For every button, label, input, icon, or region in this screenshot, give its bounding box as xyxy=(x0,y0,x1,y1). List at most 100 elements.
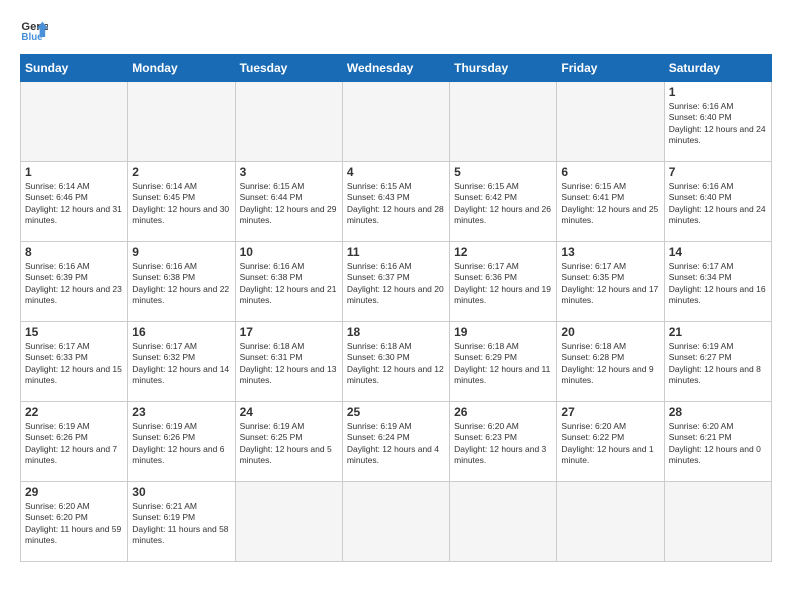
day-cell: 24 Sunrise: 6:19 AMSunset: 6:25 PMDayligh… xyxy=(235,402,342,482)
day-number: 1 xyxy=(669,85,767,99)
page-header: General Blue xyxy=(20,16,772,44)
column-header-thursday: Thursday xyxy=(450,55,557,82)
day-cell xyxy=(450,82,557,162)
day-cell: 7Sunrise: 6:16 AMSunset: 6:40 PMDaylight… xyxy=(664,162,771,242)
day-cell xyxy=(128,82,235,162)
day-number: 2 xyxy=(132,165,230,179)
day-info: Sunrise: 6:15 AMSunset: 6:44 PMDaylight:… xyxy=(240,181,338,227)
calendar-table: SundayMondayTuesdayWednesdayThursdayFrid… xyxy=(20,54,772,562)
day-info: Sunrise: 6:20 AMSunset: 6:23 PMDaylight:… xyxy=(454,421,552,467)
day-info: Sunrise: 6:18 AMSunset: 6:29 PMDaylight:… xyxy=(454,341,552,387)
day-info: Sunrise: 6:17 AMSunset: 6:34 PMDaylight:… xyxy=(669,261,767,307)
day-number: 12 xyxy=(454,245,552,259)
day-number: 30 xyxy=(132,485,230,499)
day-number: 9 xyxy=(132,245,230,259)
day-cell xyxy=(450,482,557,562)
day-cell: 21 Sunrise: 6:19 AMSunset: 6:27 PMDayligh… xyxy=(664,322,771,402)
day-info: Sunrise: 6:15 AMSunset: 6:43 PMDaylight:… xyxy=(347,181,445,227)
day-info: Sunrise: 6:16 AMSunset: 6:40 PMDaylight:… xyxy=(669,101,767,147)
week-row-0: 1 Sunrise: 6:16 AMSunset: 6:40 PMDaylight… xyxy=(21,82,772,162)
day-number: 25 xyxy=(347,405,445,419)
day-number: 26 xyxy=(454,405,552,419)
day-info: Sunrise: 6:17 AMSunset: 6:32 PMDaylight:… xyxy=(132,341,230,387)
logo: General Blue xyxy=(20,16,48,44)
day-number: 6 xyxy=(561,165,659,179)
day-cell: 30 Sunrise: 6:21 AMSunset: 6:19 PMDayligh… xyxy=(128,482,235,562)
day-info: Sunrise: 6:17 AMSunset: 6:36 PMDaylight:… xyxy=(454,261,552,307)
day-number: 11 xyxy=(347,245,445,259)
day-number: 15 xyxy=(25,325,123,339)
day-number: 20 xyxy=(561,325,659,339)
day-info: Sunrise: 6:16 AMSunset: 6:38 PMDaylight:… xyxy=(132,261,230,307)
day-cell xyxy=(21,82,128,162)
day-info: Sunrise: 6:19 AMSunset: 6:26 PMDaylight:… xyxy=(132,421,230,467)
day-info: Sunrise: 6:14 AMSunset: 6:45 PMDaylight:… xyxy=(132,181,230,227)
day-cell: 27Sunrise: 6:20 AMSunset: 6:22 PMDayligh… xyxy=(557,402,664,482)
week-row-5: 29 Sunrise: 6:20 AMSunset: 6:20 PMDayligh… xyxy=(21,482,772,562)
day-number: 22 xyxy=(25,405,123,419)
day-number: 13 xyxy=(561,245,659,259)
day-cell: 17 Sunrise: 6:18 AMSunset: 6:31 PMDayligh… xyxy=(235,322,342,402)
column-header-sunday: Sunday xyxy=(21,55,128,82)
week-row-3: 15 Sunrise: 6:17 AMSunset: 6:33 PMDayligh… xyxy=(21,322,772,402)
week-row-2: 8 Sunrise: 6:16 AMSunset: 6:39 PMDaylight… xyxy=(21,242,772,322)
day-info: Sunrise: 6:17 AMSunset: 6:35 PMDaylight:… xyxy=(561,261,659,307)
day-info: Sunrise: 6:20 AMSunset: 6:20 PMDaylight:… xyxy=(25,501,123,547)
column-header-friday: Friday xyxy=(557,55,664,82)
day-number: 7 xyxy=(669,165,767,179)
day-number: 29 xyxy=(25,485,123,499)
day-cell xyxy=(342,482,449,562)
day-cell xyxy=(235,482,342,562)
column-header-tuesday: Tuesday xyxy=(235,55,342,82)
day-info: Sunrise: 6:19 AMSunset: 6:27 PMDaylight:… xyxy=(669,341,767,387)
week-row-4: 22 Sunrise: 6:19 AMSunset: 6:26 PMDayligh… xyxy=(21,402,772,482)
day-info: Sunrise: 6:18 AMSunset: 6:28 PMDaylight:… xyxy=(561,341,659,387)
day-cell xyxy=(342,82,449,162)
day-info: Sunrise: 6:15 AMSunset: 6:42 PMDaylight:… xyxy=(454,181,552,227)
day-cell xyxy=(664,482,771,562)
day-number: 17 xyxy=(240,325,338,339)
day-cell: 29 Sunrise: 6:20 AMSunset: 6:20 PMDayligh… xyxy=(21,482,128,562)
day-cell: 4 Sunrise: 6:15 AMSunset: 6:43 PMDaylight… xyxy=(342,162,449,242)
column-header-wednesday: Wednesday xyxy=(342,55,449,82)
day-info: Sunrise: 6:16 AMSunset: 6:37 PMDaylight:… xyxy=(347,261,445,307)
day-number: 8 xyxy=(25,245,123,259)
day-cell: 5 Sunrise: 6:15 AMSunset: 6:42 PMDaylight… xyxy=(450,162,557,242)
day-cell xyxy=(557,482,664,562)
day-info: Sunrise: 6:16 AMSunset: 6:38 PMDaylight:… xyxy=(240,261,338,307)
day-cell: 2 Sunrise: 6:14 AMSunset: 6:45 PMDaylight… xyxy=(128,162,235,242)
day-number: 1 xyxy=(25,165,123,179)
day-info: Sunrise: 6:16 AMSunset: 6:39 PMDaylight:… xyxy=(25,261,123,307)
day-number: 10 xyxy=(240,245,338,259)
day-cell: 23Sunrise: 6:19 AMSunset: 6:26 PMDayligh… xyxy=(128,402,235,482)
day-info: Sunrise: 6:21 AMSunset: 6:19 PMDaylight:… xyxy=(132,501,230,547)
day-number: 21 xyxy=(669,325,767,339)
column-header-saturday: Saturday xyxy=(664,55,771,82)
day-info: Sunrise: 6:18 AMSunset: 6:31 PMDaylight:… xyxy=(240,341,338,387)
day-info: Sunrise: 6:18 AMSunset: 6:30 PMDaylight:… xyxy=(347,341,445,387)
day-number: 14 xyxy=(669,245,767,259)
day-cell: 13 Sunrise: 6:17 AMSunset: 6:35 PMDayligh… xyxy=(557,242,664,322)
day-info: Sunrise: 6:19 AMSunset: 6:25 PMDaylight:… xyxy=(240,421,338,467)
day-cell: 15 Sunrise: 6:17 AMSunset: 6:33 PMDayligh… xyxy=(21,322,128,402)
day-info: Sunrise: 6:20 AMSunset: 6:22 PMDaylight:… xyxy=(561,421,659,467)
day-number: 5 xyxy=(454,165,552,179)
day-cell: 11 Sunrise: 6:16 AMSunset: 6:37 PMDayligh… xyxy=(342,242,449,322)
day-cell: 8 Sunrise: 6:16 AMSunset: 6:39 PMDaylight… xyxy=(21,242,128,322)
week-row-1: 1Sunrise: 6:14 AMSunset: 6:46 PMDaylight… xyxy=(21,162,772,242)
day-info: Sunrise: 6:17 AMSunset: 6:33 PMDaylight:… xyxy=(25,341,123,387)
day-number: 28 xyxy=(669,405,767,419)
day-cell xyxy=(557,82,664,162)
day-info: Sunrise: 6:19 AMSunset: 6:24 PMDaylight:… xyxy=(347,421,445,467)
day-cell: 6 Sunrise: 6:15 AMSunset: 6:41 PMDaylight… xyxy=(557,162,664,242)
day-cell: 14 Sunrise: 6:17 AMSunset: 6:34 PMDayligh… xyxy=(664,242,771,322)
day-number: 16 xyxy=(132,325,230,339)
day-cell: 18Sunrise: 6:18 AMSunset: 6:30 PMDayligh… xyxy=(342,322,449,402)
day-cell: 3Sunrise: 6:15 AMSunset: 6:44 PMDaylight… xyxy=(235,162,342,242)
day-cell: 1 Sunrise: 6:16 AMSunset: 6:40 PMDaylight… xyxy=(664,82,771,162)
day-info: Sunrise: 6:15 AMSunset: 6:41 PMDaylight:… xyxy=(561,181,659,227)
day-number: 19 xyxy=(454,325,552,339)
day-number: 24 xyxy=(240,405,338,419)
day-number: 4 xyxy=(347,165,445,179)
day-cell: 1Sunrise: 6:14 AMSunset: 6:46 PMDaylight… xyxy=(21,162,128,242)
